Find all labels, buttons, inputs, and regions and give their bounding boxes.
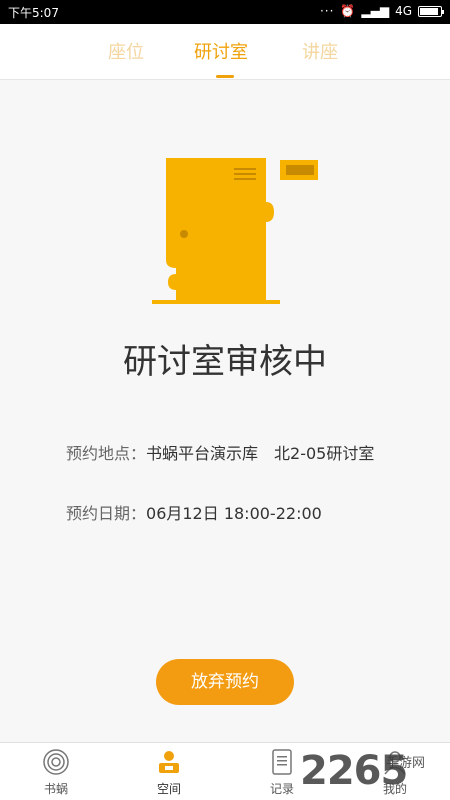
status-bar: 下午5:07 ··· ⏰ ▂▄▆ 4G	[0, 0, 450, 24]
tab-lecture[interactable]: 讲座	[302, 38, 338, 64]
status-time: 下午5:07	[8, 6, 59, 20]
cancel-reservation-button[interactable]: 放弃预约	[156, 659, 294, 705]
location-label: 预约地点：	[66, 444, 147, 463]
date-row: 预约日期：06月12日 18:00-22:00	[66, 500, 322, 524]
date-value: 06月12日 18:00-22:00	[146, 504, 322, 523]
watermark-sub: 手游网	[386, 756, 426, 771]
space-icon	[159, 751, 179, 773]
more-dots-icon: ···	[319, 4, 335, 18]
status-headline: 研讨室审核中	[123, 342, 327, 382]
status-icons: ··· ⏰ ▂▄▆ 4G	[319, 4, 444, 18]
location-row: 预约地点：书蜗平台演示库 北2-05研讨室	[66, 440, 374, 464]
signal-icon: ▂▄▆	[361, 4, 390, 18]
network-label: 4G	[395, 4, 412, 18]
tab-indicator	[216, 75, 234, 78]
nav-label: 书蜗	[43, 782, 68, 796]
battery-icon	[418, 5, 444, 17]
record-icon	[272, 749, 292, 775]
nav-item-shuwo[interactable]: 书蜗	[26, 747, 86, 797]
location-value: 书蜗平台演示库 北2-05研讨室	[146, 444, 375, 463]
nav-item-space[interactable]: 空间	[139, 747, 199, 797]
tab-seat[interactable]: 座位	[108, 38, 144, 64]
top-tabs: 座位 研讨室 讲座	[0, 24, 450, 80]
snail-icon	[43, 749, 69, 775]
alarm-icon: ⏰	[340, 4, 356, 18]
door-icon	[152, 158, 318, 304]
tab-discussion-room[interactable]: 研讨室	[194, 38, 248, 64]
nav-label: 空间	[156, 782, 181, 796]
date-label: 预约日期：	[66, 504, 147, 523]
